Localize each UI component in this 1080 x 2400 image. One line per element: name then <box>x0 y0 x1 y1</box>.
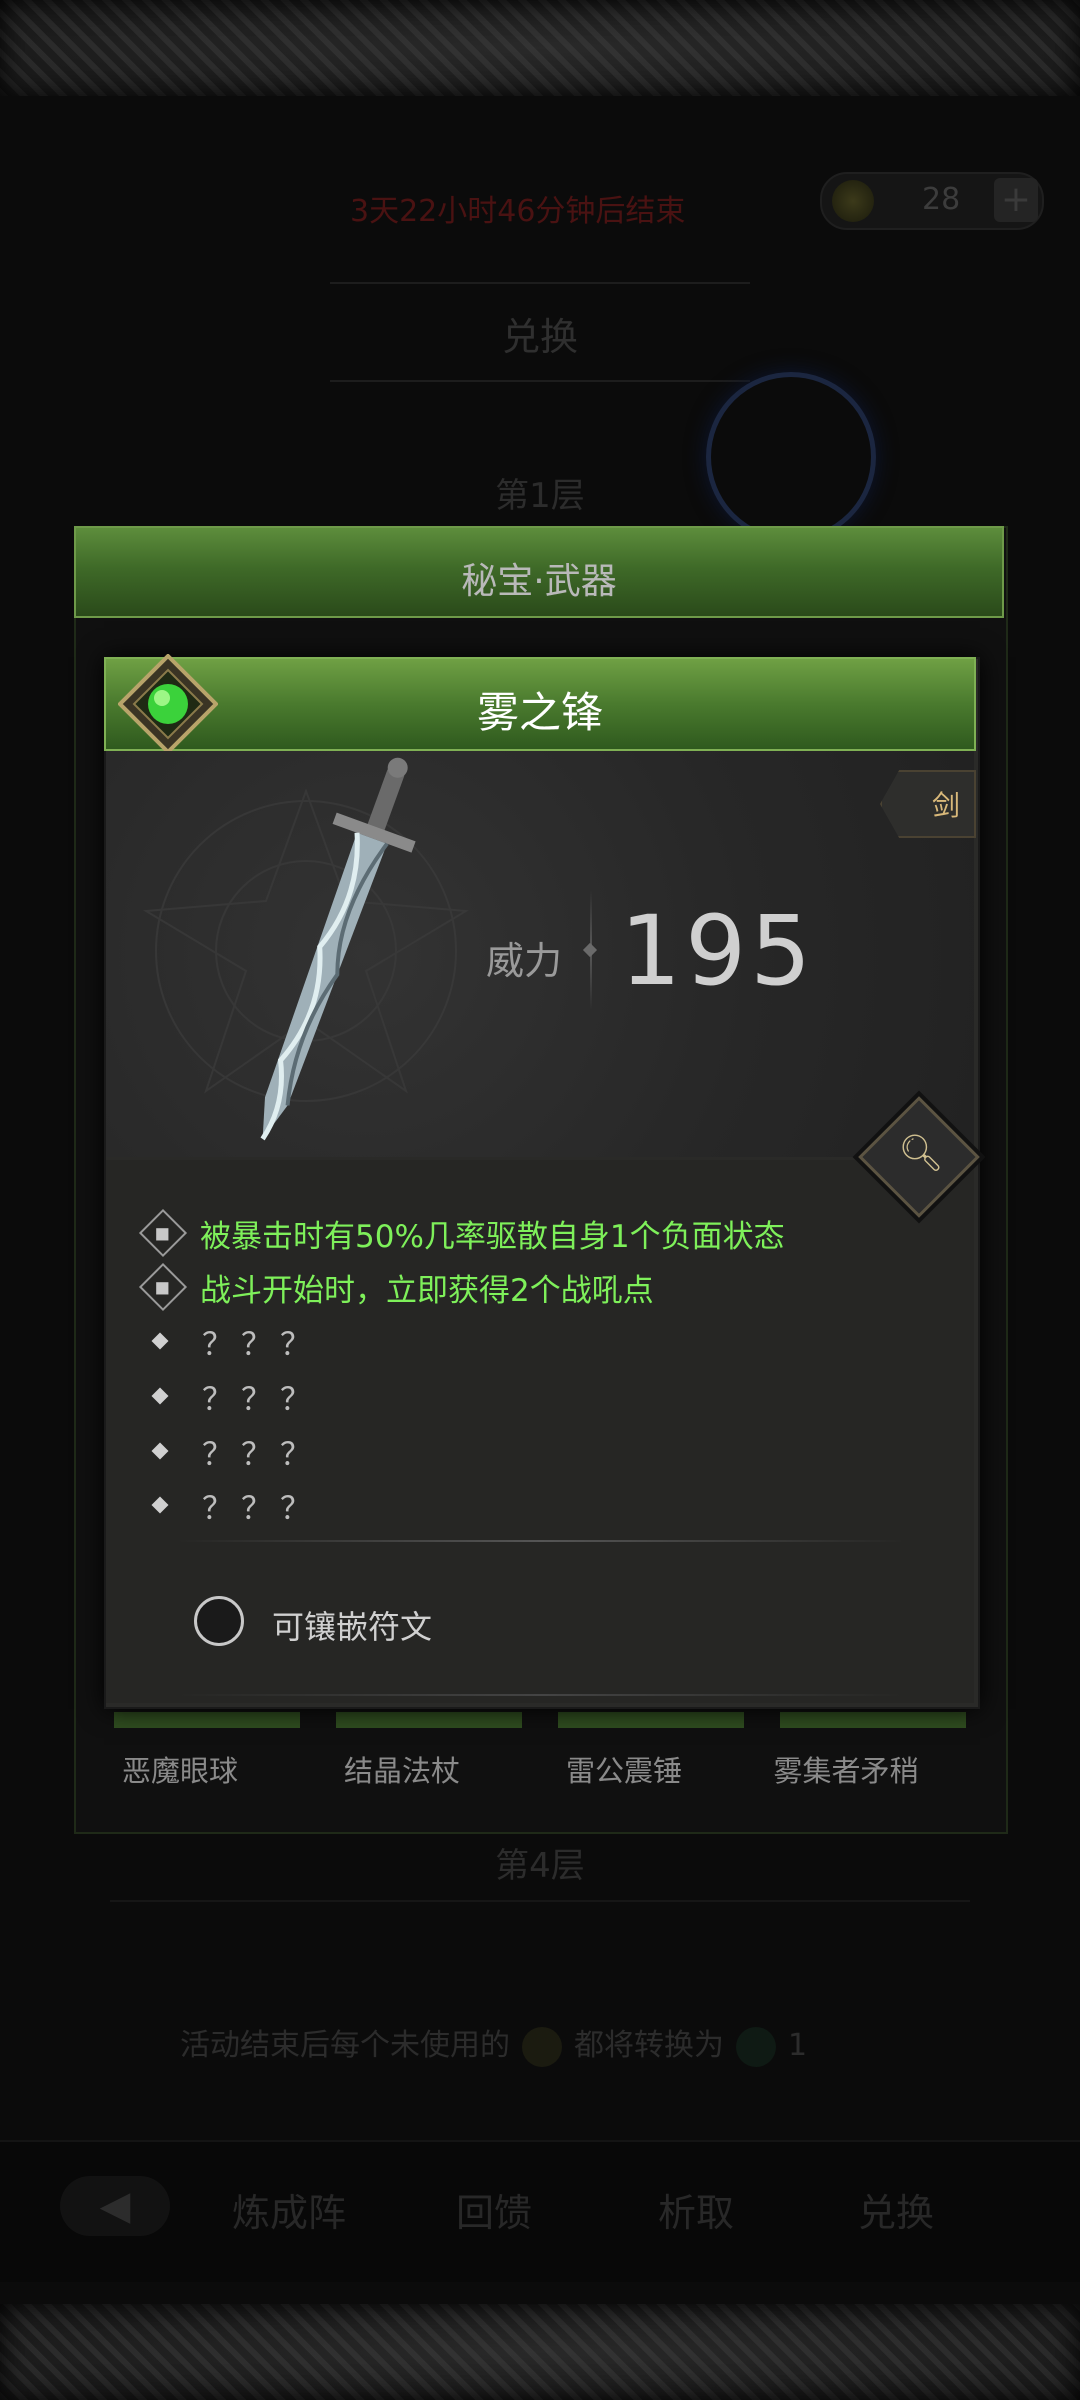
conversion-note: 活动结束后每个未使用的 都将转换为 1 <box>180 2020 807 2067</box>
item-slot-3-frame <box>558 1712 744 1728</box>
treasure-panel-header: 秘宝·武器 <box>74 526 1004 618</box>
floor-1-label: 第1层 <box>495 476 585 516</box>
weapon-type-label: 剑 <box>932 789 961 822</box>
event-timer: 3天22小时46分钟后结束 <box>350 194 686 229</box>
unknown-effect-3: ？？？ <box>202 1436 319 1473</box>
power-label: 威力 <box>486 939 563 983</box>
unknown-effect-4: ？？？ <box>202 1490 319 1527</box>
item-card-header: 雾之锋 <box>104 657 976 751</box>
item-name: 雾之锋 <box>476 688 603 737</box>
item-label-mist-spear[interactable]: 雾集者矛稍 <box>746 1748 946 1790</box>
unknown-effect-row-1: ？？？ <box>140 1316 319 1366</box>
back-button[interactable]: ◀ <box>60 2176 170 2236</box>
bullet-diamond-icon <box>151 1387 169 1405</box>
rarity-gem-icon <box>118 654 218 754</box>
item-label-demon-eye[interactable]: 恶魔眼球 <box>80 1748 280 1790</box>
effect-text-2: 战斗开始时，立即获得2个战吼点 <box>200 1272 654 1309</box>
nav-item-extract[interactable]: 析取 <box>658 2182 734 2237</box>
nav-item-rewards[interactable]: 回馈 <box>456 2182 532 2237</box>
unknown-effect-1: ？？？ <box>202 1326 319 1363</box>
bullet-diamond-icon <box>151 1442 169 1460</box>
currency-count: 28 <box>922 182 961 217</box>
currency-counter: 28 + <box>820 172 1044 230</box>
item-slot-1-frame <box>114 1712 300 1728</box>
effects-divider <box>176 1540 906 1542</box>
title-divider-top <box>330 282 750 284</box>
effect-row-2: ■ 战斗开始时，立即获得2个战吼点 <box>138 1262 654 1312</box>
bullet-diamond-icon <box>151 1496 169 1514</box>
card-bottom-divider <box>176 1694 906 1696</box>
item-label-thunder-hammer[interactable]: 雷公震锤 <box>524 1748 724 1790</box>
item-slot-4-frame <box>780 1712 966 1728</box>
lock-icon: ■ <box>138 1208 188 1258</box>
title-divider-bottom <box>330 380 750 382</box>
weapon-type-tag <box>880 770 976 838</box>
conversion-note-prefix: 活动结束后每个未使用的 <box>180 2028 510 2063</box>
lock-icon: ■ <box>138 1262 188 1312</box>
unknown-effect-row-2: ？？？ <box>140 1371 319 1421</box>
leaf-gem-icon <box>736 2026 776 2067</box>
currency-icon <box>832 180 874 222</box>
effect-row-1: ■ 被暴击时有50%几率驱散自身1个负面状态 <box>138 1208 785 1258</box>
unknown-effect-row-3: ？？？ <box>140 1426 319 1476</box>
unknown-effect-2: ？？？ <box>202 1381 319 1418</box>
item-label-crystal-staff[interactable]: 结晶法杖 <box>302 1748 502 1790</box>
conversion-note-count: 1 <box>788 2028 808 2063</box>
floor-4-items <box>110 1900 970 1992</box>
rune-socket-label: 可镶嵌符文 <box>272 1608 433 1646</box>
effect-text-1: 被暴击时有50%几率驱散自身1个负面状态 <box>200 1218 785 1255</box>
nav-item-alchemy[interactable]: 炼成阵 <box>232 2182 346 2237</box>
floor-4-label: 第4层 <box>495 1846 585 1886</box>
rune-socket-radio[interactable] <box>194 1596 244 1646</box>
bullet-diamond-icon <box>151 1332 169 1350</box>
treasure-panel-title: 秘宝·武器 <box>461 561 617 602</box>
power-value: 195 <box>620 895 816 1007</box>
nav-item-exchange[interactable]: 兑换 <box>858 2182 934 2237</box>
unknown-effect-row-4: ？？？ <box>140 1480 319 1530</box>
event-coin-icon <box>522 2026 562 2067</box>
item-slot-2-frame <box>336 1712 522 1728</box>
bottom-frame <box>0 2301 1080 2400</box>
add-currency-button[interactable]: + <box>994 178 1038 222</box>
magnifier-icon[interactable]: 🔍︎ <box>898 1132 944 1174</box>
top-frame <box>0 0 1080 99</box>
page-title: 兑换 <box>501 315 578 359</box>
bottom-nav: ◀ 炼成阵 回馈 析取 兑换 <box>0 2140 1080 2282</box>
conversion-note-middle: 都将转换为 <box>574 2028 724 2063</box>
